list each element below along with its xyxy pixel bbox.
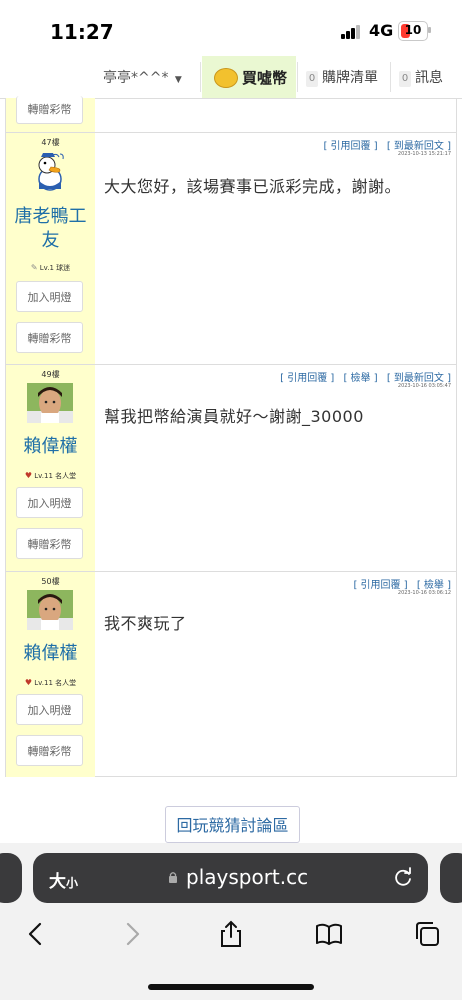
- gift-coins-button[interactable]: 轉贈彩幣: [16, 96, 83, 124]
- pencil-icon: ✎: [30, 263, 38, 272]
- site-top-nav: 亭亭*^^* ▼ 買噓幣 0 購牌清單 0 訊息: [0, 56, 462, 99]
- poster-name[interactable]: 賴偉權: [6, 435, 95, 459]
- floor-number: 50樓: [41, 577, 60, 586]
- user-level: ♥ Lv.11 名人堂: [6, 471, 95, 481]
- messages-link[interactable]: 0 訊息: [399, 67, 443, 87]
- user-level: ♥ Lv.11 名人堂: [6, 678, 95, 688]
- purchase-list-link[interactable]: 0 購牌清單: [306, 67, 378, 87]
- hall-of-fame-badge-icon: ♥: [24, 678, 33, 687]
- battery-level: 10: [404, 23, 422, 37]
- post-body: 大大您好，該場賽事已派彩完成，謝謝。: [104, 177, 402, 196]
- ios-status-bar: 11:27 4G 10: [0, 0, 462, 56]
- post-list: 轉贈彩幣 47樓 唐老鴨工友 ✎ Lv.1 球迷 加入明燈 轉贈彩幣 [引用回…: [5, 96, 457, 777]
- post-timestamp: 2023-10-16 03:06:12: [397, 590, 451, 596]
- bookmarks-icon[interactable]: [314, 919, 344, 949]
- floor-number: 47樓: [41, 138, 60, 147]
- url-host: playsport.cc: [186, 865, 309, 889]
- user-level-text: Lv.1 球迷: [39, 264, 71, 272]
- share-icon[interactable]: [216, 919, 246, 949]
- hall-of-fame-badge-icon: ♥: [24, 471, 33, 480]
- browser-toolbar: 大小 playsport.cc: [0, 843, 462, 1000]
- add-light-button[interactable]: 加入明燈: [16, 487, 83, 518]
- buy-coins-button[interactable]: 買噓幣: [202, 56, 296, 98]
- post-sidebar: 49樓 賴偉權 ♥ Lv.11 名人堂 加入明燈 轉贈彩幣: [6, 365, 95, 572]
- message-count-badge: 0: [399, 71, 411, 87]
- post-actions: [ 引用回覆 ] [ 檢舉 ] [ 到最新回文 ]: [274, 369, 451, 384]
- purchase-list-label: 購牌清單: [322, 70, 378, 86]
- user-level-text: Lv.11 名人堂: [34, 472, 77, 480]
- forward-icon[interactable]: [118, 919, 148, 949]
- post-sidebar: 轉贈彩幣: [6, 96, 95, 132]
- floor-number: 49樓: [41, 370, 60, 379]
- buy-coins-label: 買噓幣: [242, 69, 288, 87]
- text-size-button[interactable]: 大小: [49, 867, 78, 892]
- quote-reply-link[interactable]: [ 引用回覆 ]: [323, 141, 377, 152]
- status-time: 11:27: [50, 20, 114, 44]
- messages-label: 訊息: [415, 70, 443, 86]
- post-actions: [ 引用回覆 ] [ 檢舉 ]: [347, 576, 451, 591]
- post-timestamp: 2023-10-16 03:05:47: [397, 383, 451, 389]
- cart-count-badge: 0: [306, 71, 318, 87]
- next-tab-preview[interactable]: [440, 853, 462, 903]
- post-item: 50樓 賴偉權 ♥ Lv.11 名人堂 加入明燈 轉贈彩幣 [引用回覆] […: [6, 571, 456, 777]
- gift-coins-button[interactable]: 轉贈彩幣: [16, 528, 83, 559]
- post-item: 49樓 賴偉權 ♥ Lv.11 名人堂 加入明燈 轉贈彩幣 [引用回覆] […: [6, 364, 456, 572]
- text-size-small: 小: [66, 876, 79, 890]
- add-light-button[interactable]: 加入明燈: [16, 694, 83, 725]
- previous-tab-preview[interactable]: [0, 853, 22, 903]
- battery-icon: 10: [398, 21, 428, 41]
- tabs-icon[interactable]: [412, 919, 442, 949]
- post-actions: [ 引用回覆 ] [ 到最新回文 ]: [317, 137, 451, 152]
- gift-coins-button[interactable]: 轉贈彩幣: [16, 735, 83, 766]
- player-avatar-icon: [27, 590, 73, 630]
- post-sidebar: 50樓 賴偉權 ♥ Lv.11 名人堂 加入明燈 轉贈彩幣: [6, 572, 95, 777]
- report-link[interactable]: [ 檢舉 ]: [343, 373, 377, 384]
- poster-name[interactable]: 賴偉權: [6, 642, 95, 666]
- post-item: 47樓 唐老鴨工友 ✎ Lv.1 球迷 加入明燈 轉贈彩幣 [引用回覆] […: [6, 132, 456, 365]
- post-sidebar: 47樓 唐老鴨工友 ✎ Lv.1 球迷 加入明燈 轉贈彩幣: [6, 133, 95, 365]
- network-type: 4G: [369, 21, 394, 40]
- gift-coins-button[interactable]: 轉贈彩幣: [16, 322, 83, 353]
- post-timestamp: 2023-10-13 15:21:17: [397, 151, 451, 157]
- home-indicator: [148, 984, 314, 990]
- player-avatar-icon: [27, 383, 73, 423]
- back-icon[interactable]: [20, 919, 50, 949]
- user-menu[interactable]: 亭亭*^^* ▼: [103, 67, 182, 87]
- user-name: 亭亭*^^*: [103, 70, 169, 86]
- user-level-text: Lv.11 名人堂: [34, 679, 77, 687]
- donald-duck-avatar-icon: [38, 153, 64, 191]
- user-level: ✎ Lv.1 球迷: [6, 263, 95, 273]
- reload-icon[interactable]: [392, 867, 414, 889]
- post-body: 幫我把幣給演員就好～謝謝_30000: [104, 407, 364, 426]
- poster-name[interactable]: 唐老鴨工友: [6, 205, 95, 253]
- coin-icon: [214, 68, 238, 88]
- lock-icon: [169, 872, 177, 883]
- cellular-signal-icon: [341, 25, 361, 39]
- quote-reply-link[interactable]: [ 引用回覆 ]: [280, 373, 334, 384]
- address-bar[interactable]: 大小 playsport.cc: [33, 853, 428, 903]
- post-body: 我不爽玩了: [104, 614, 187, 633]
- back-to-forum-button[interactable]: 回玩競猜討論區: [165, 806, 300, 843]
- add-light-button[interactable]: 加入明燈: [16, 281, 83, 312]
- chevron-down-icon: ▼: [174, 75, 182, 85]
- text-size-large: 大: [49, 872, 66, 892]
